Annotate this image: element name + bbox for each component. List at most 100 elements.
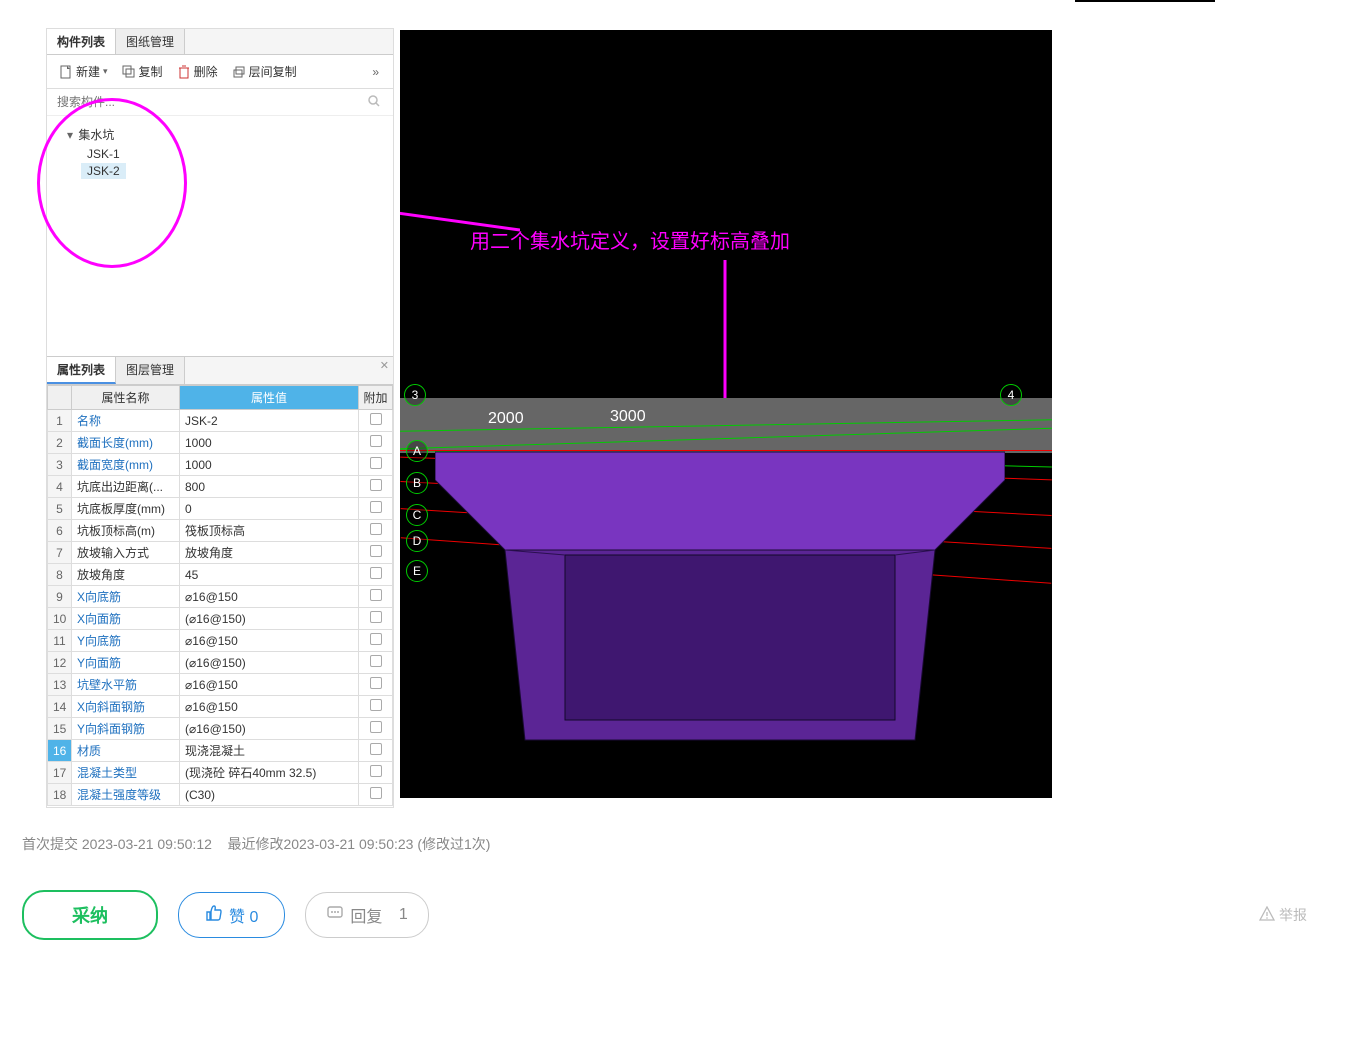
property-row[interactable]: 5坑底板厚度(mm)0	[48, 498, 393, 520]
checkbox-icon[interactable]	[370, 435, 382, 447]
property-value[interactable]: 现浇混凝土	[180, 740, 359, 762]
checkbox-icon[interactable]	[370, 545, 382, 557]
property-extra[interactable]	[359, 740, 393, 762]
property-extra[interactable]	[359, 630, 393, 652]
col-extra: 附加	[359, 386, 393, 410]
checkbox-icon[interactable]	[370, 457, 382, 469]
property-extra[interactable]	[359, 586, 393, 608]
property-row[interactable]: 13坑壁水平筋⌀16@150	[48, 674, 393, 696]
delete-button[interactable]: 删除	[173, 61, 222, 82]
property-row[interactable]: 8放坡角度45	[48, 564, 393, 586]
tree-item-selected[interactable]: JSK-2	[81, 163, 126, 179]
checkbox-icon[interactable]	[370, 743, 382, 755]
property-extra[interactable]	[359, 498, 393, 520]
property-value[interactable]: 筏板顶标高	[180, 520, 359, 542]
tree-item[interactable]: JSK-1	[57, 145, 383, 163]
checkbox-icon[interactable]	[370, 677, 382, 689]
property-value[interactable]: 800	[180, 476, 359, 498]
property-extra[interactable]	[359, 410, 393, 432]
property-row[interactable]: 11Y向底筋⌀16@150	[48, 630, 393, 652]
component-panel-tabs: 构件列表 图纸管理	[47, 29, 393, 55]
property-extra[interactable]	[359, 718, 393, 740]
more-button[interactable]: »	[372, 65, 385, 79]
adopt-button[interactable]: 采纳	[22, 890, 158, 940]
like-button[interactable]: 赞 0	[178, 892, 285, 938]
property-extra[interactable]	[359, 696, 393, 718]
layer-copy-button[interactable]: 层间复制	[228, 61, 301, 82]
property-row[interactable]: 17混凝土类型(现浇砼 碎石40mm 32.5)	[48, 762, 393, 784]
tab-drawings[interactable]: 图纸管理	[116, 29, 185, 54]
property-extra[interactable]	[359, 564, 393, 586]
property-extra[interactable]	[359, 762, 393, 784]
tab-layers[interactable]: 图层管理	[116, 357, 185, 384]
property-row[interactable]: 1名称JSK-2	[48, 410, 393, 432]
property-extra[interactable]	[359, 454, 393, 476]
new-button[interactable]: 新建 ▾	[55, 61, 112, 82]
3d-viewport[interactable]: 用二个集水坑定义，设置好标高叠加 3 4 A	[400, 30, 1052, 798]
property-value[interactable]: ⌀16@150	[180, 696, 359, 718]
property-name: 坑板顶标高(m)	[72, 520, 180, 542]
property-value[interactable]: 1000	[180, 454, 359, 476]
copy-label: 复制	[139, 63, 163, 80]
property-extra[interactable]	[359, 542, 393, 564]
property-extra[interactable]	[359, 476, 393, 498]
checkbox-icon[interactable]	[370, 699, 382, 711]
checkbox-icon[interactable]	[370, 611, 382, 623]
property-value[interactable]: ⌀16@150	[180, 630, 359, 652]
property-row[interactable]: 7放坡输入方式放坡角度	[48, 542, 393, 564]
row-number: 12	[48, 652, 72, 674]
reply-button[interactable]: 回复 1	[305, 892, 428, 938]
checkbox-icon[interactable]	[370, 787, 382, 799]
property-row[interactable]: 6坑板顶标高(m)筏板顶标高	[48, 520, 393, 542]
property-value[interactable]: (C30)	[180, 784, 359, 806]
property-value[interactable]: (⌀16@150)	[180, 652, 359, 674]
property-value[interactable]: 45	[180, 564, 359, 586]
property-row[interactable]: 2截面长度(mm)1000	[48, 432, 393, 454]
property-value[interactable]: (⌀16@150)	[180, 718, 359, 740]
property-value[interactable]: JSK-2	[180, 410, 359, 432]
property-row[interactable]: 3截面宽度(mm)1000	[48, 454, 393, 476]
close-icon[interactable]: ✕	[380, 359, 389, 372]
checkbox-icon[interactable]	[370, 589, 382, 601]
property-row[interactable]: 15Y向斜面钢筋(⌀16@150)	[48, 718, 393, 740]
property-extra[interactable]	[359, 520, 393, 542]
property-extra[interactable]	[359, 432, 393, 454]
property-row[interactable]: 12Y向面筋(⌀16@150)	[48, 652, 393, 674]
property-extra[interactable]	[359, 674, 393, 696]
property-extra[interactable]	[359, 652, 393, 674]
property-extra[interactable]	[359, 608, 393, 630]
checkbox-icon[interactable]	[370, 655, 382, 667]
property-row[interactable]: 10X向面筋(⌀16@150)	[48, 608, 393, 630]
checkbox-icon[interactable]	[370, 721, 382, 733]
property-row[interactable]: 9X向底筋⌀16@150	[48, 586, 393, 608]
property-value[interactable]: (⌀16@150)	[180, 608, 359, 630]
axis-marker: B	[406, 472, 428, 494]
property-row[interactable]: 4坑底出边距离(...800	[48, 476, 393, 498]
property-name: 混凝土类型	[72, 762, 180, 784]
report-button[interactable]: 举报	[1259, 905, 1307, 925]
checkbox-icon[interactable]	[370, 479, 382, 491]
checkbox-icon[interactable]	[370, 501, 382, 513]
checkbox-icon[interactable]	[370, 633, 382, 645]
copy-button[interactable]: 复制	[118, 61, 167, 82]
checkbox-icon[interactable]	[370, 567, 382, 579]
tab-properties[interactable]: 属性列表	[47, 357, 116, 384]
property-value[interactable]: 放坡角度	[180, 542, 359, 564]
tab-components[interactable]: 构件列表	[47, 29, 116, 54]
checkbox-icon[interactable]	[370, 523, 382, 535]
property-value[interactable]: (现浇砼 碎石40mm 32.5)	[180, 762, 359, 784]
property-value[interactable]: ⌀16@150	[180, 674, 359, 696]
checkbox-icon[interactable]	[370, 765, 382, 777]
property-value[interactable]: 0	[180, 498, 359, 520]
property-value[interactable]: 1000	[180, 432, 359, 454]
property-row[interactable]: 18混凝土强度等级(C30)	[48, 784, 393, 806]
search-input[interactable]	[53, 91, 387, 113]
checkbox-icon[interactable]	[370, 413, 382, 425]
property-value[interactable]: ⌀16@150	[180, 586, 359, 608]
search-icon[interactable]	[367, 94, 381, 111]
tree-root[interactable]: ▾ 集水坑	[57, 124, 383, 145]
property-extra[interactable]	[359, 784, 393, 806]
property-row[interactable]: 14X向斜面钢筋⌀16@150	[48, 696, 393, 718]
row-number: 10	[48, 608, 72, 630]
property-row[interactable]: 16材质现浇混凝土	[48, 740, 393, 762]
